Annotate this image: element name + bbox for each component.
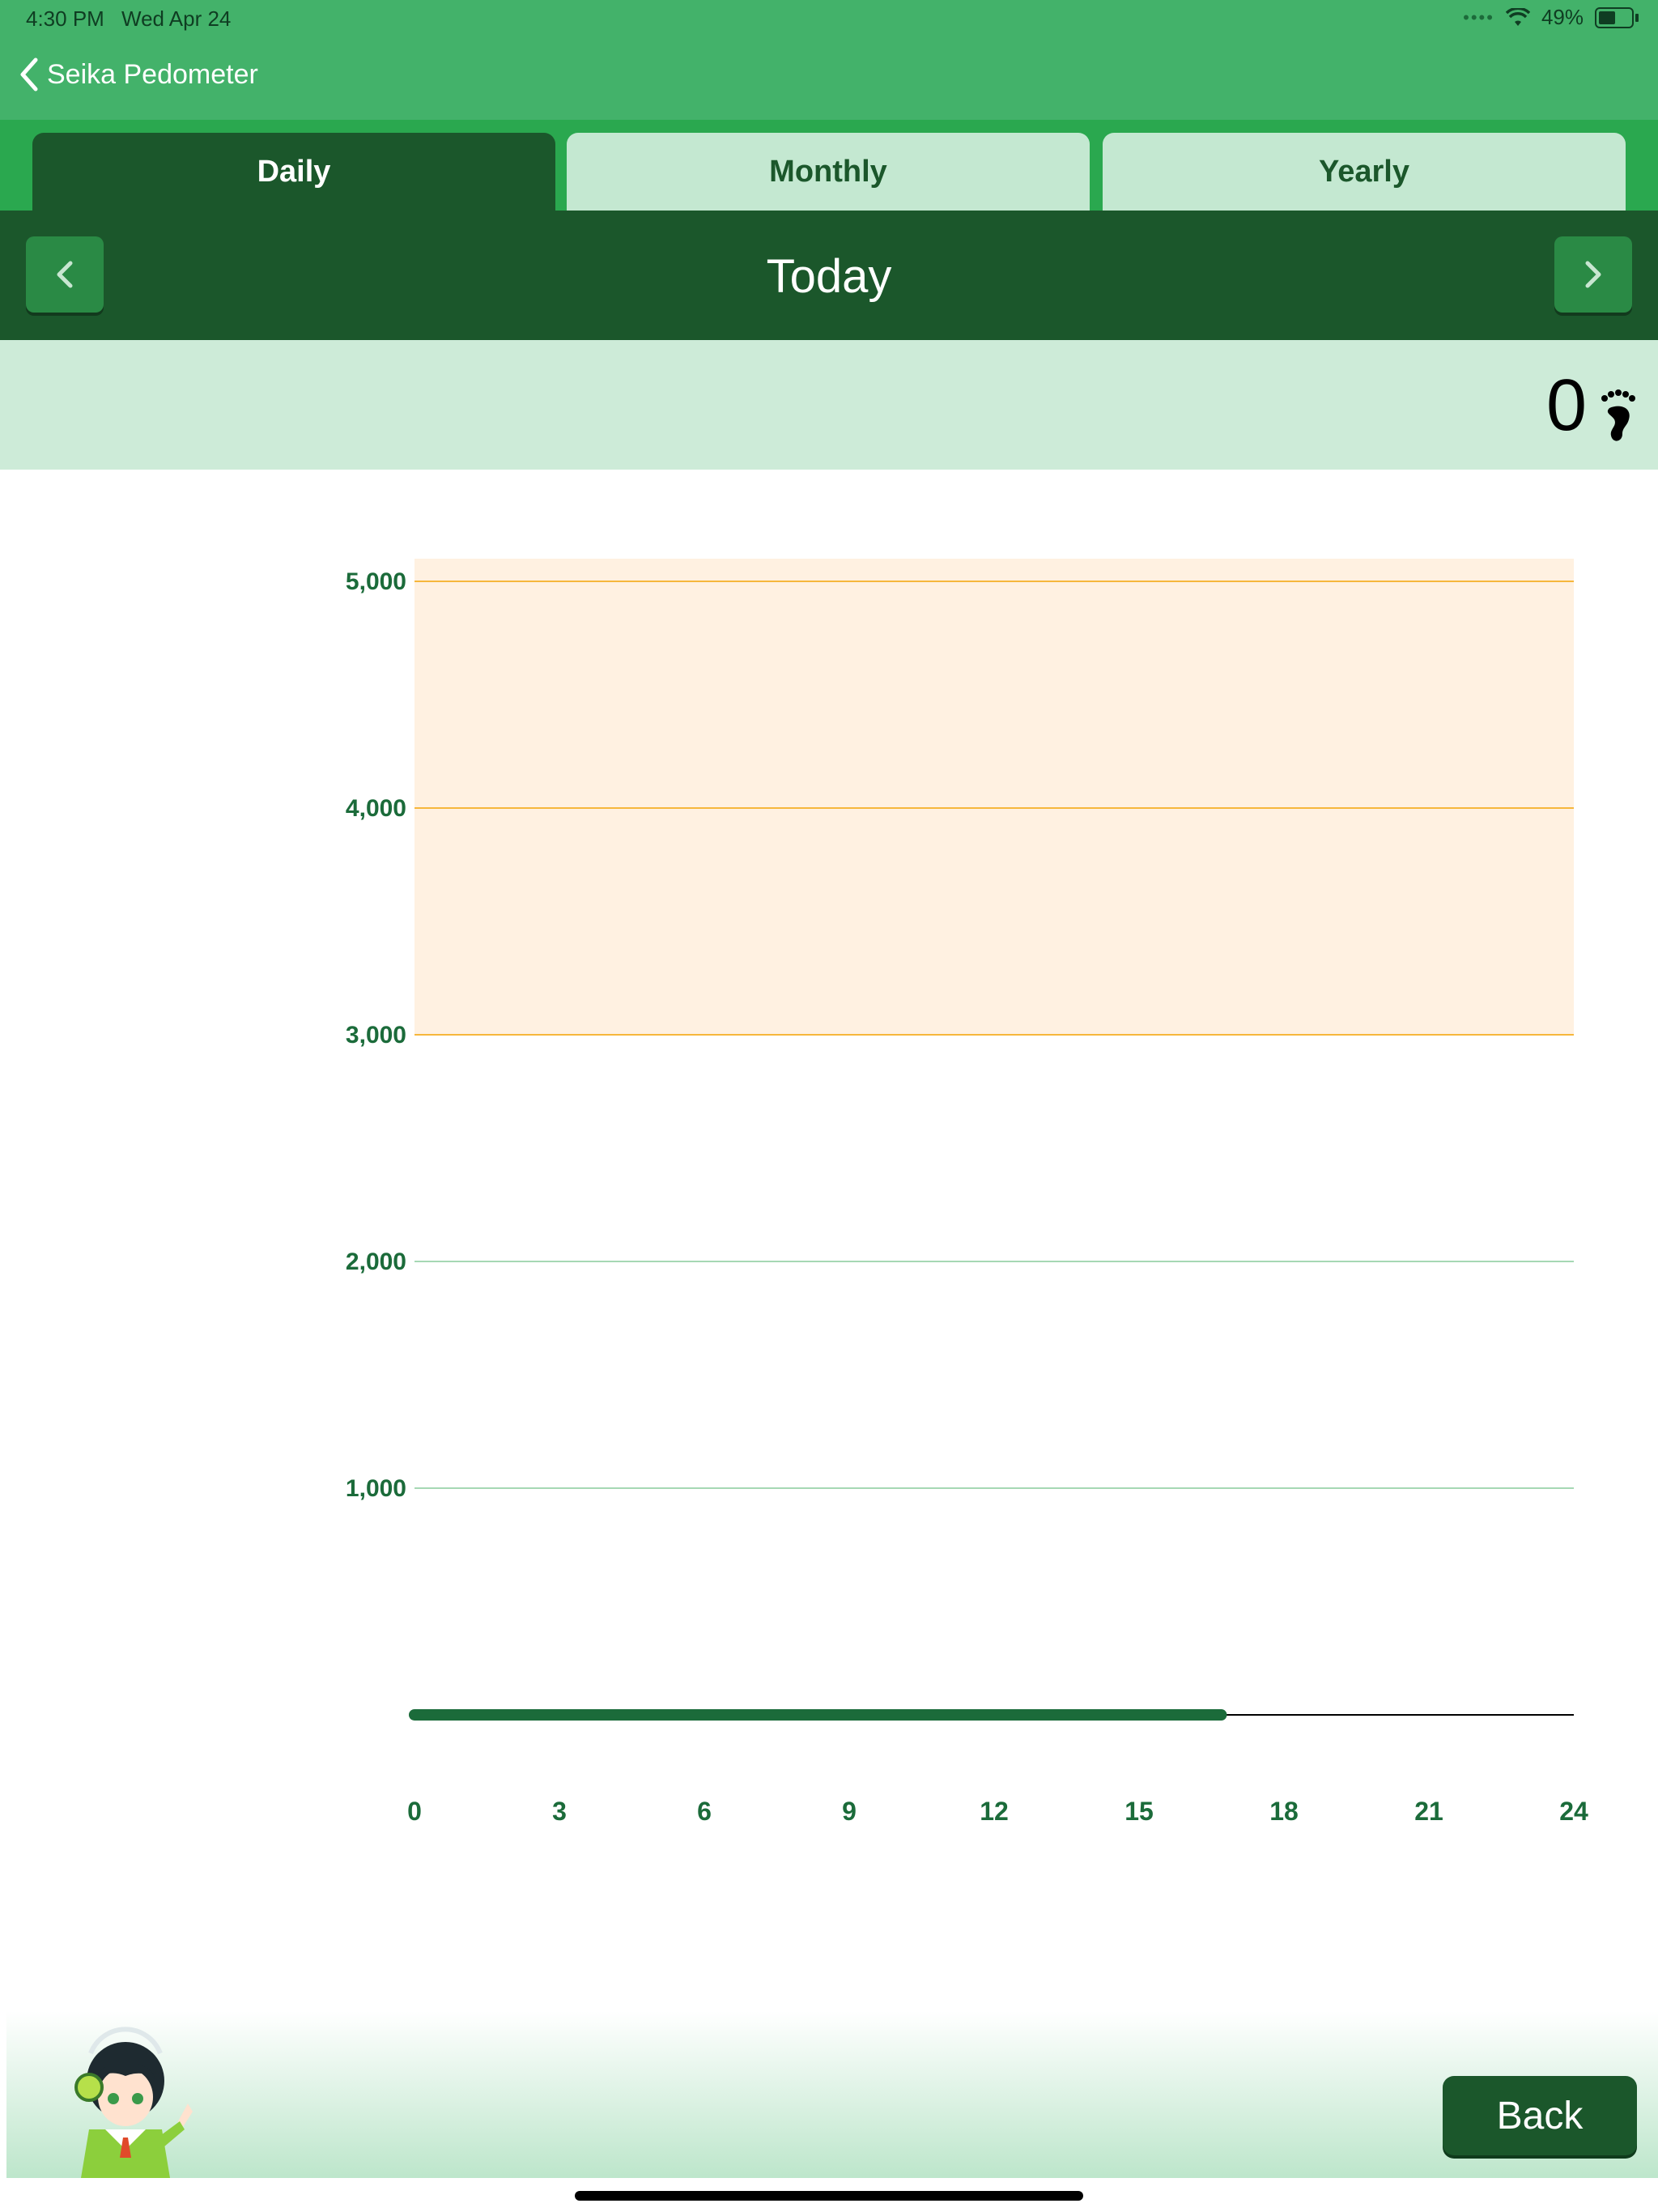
tab-monthly[interactable]: Monthly: [567, 133, 1090, 211]
cellular-dots-icon: ••••: [1463, 6, 1494, 28]
tab-yearly[interactable]: Yearly: [1103, 133, 1626, 211]
total-steps-bar: 0: [0, 340, 1658, 470]
next-day-button[interactable]: [1554, 236, 1632, 313]
home-indicator: [575, 2191, 1083, 2201]
y-tick-label: 5,000: [346, 568, 406, 595]
x-tick-label: 3: [552, 1797, 567, 1826]
y-tick-label: 3,000: [346, 1022, 406, 1049]
status-date: Wed Apr 24: [121, 6, 232, 31]
steps-chart: 1,000 2,000 3,000 4,000 5,000 0 3 6 9 12 15 18 21 24: [346, 559, 1588, 1826]
status-bar: 4:30 PM Wed Apr 24 •••• 49%: [0, 0, 1658, 39]
back-button[interactable]: Back: [1443, 2076, 1637, 2155]
x-tick-label: 12: [980, 1797, 1009, 1826]
goal-band: [414, 559, 1574, 1035]
battery-icon: [1595, 6, 1639, 28]
wifi-icon: [1505, 7, 1530, 26]
x-tick-label: 0: [407, 1797, 422, 1826]
x-tick-label: 6: [697, 1797, 712, 1826]
mascot-illustration: [74, 2027, 193, 2178]
battery-percent: 49%: [1541, 5, 1584, 29]
period-tabs: Daily Monthly Yearly: [0, 120, 1658, 211]
tab-daily[interactable]: Daily: [32, 133, 555, 211]
day-title: Today: [766, 250, 892, 303]
chevron-right-icon: [1585, 261, 1601, 288]
status-time: 4:30 PM: [26, 6, 104, 31]
x-tick-label: 18: [1269, 1797, 1299, 1826]
x-tick-label: 24: [1559, 1797, 1588, 1826]
navigation-bar: Seika Pedometer: [0, 39, 1658, 120]
nav-back-button[interactable]: Seika Pedometer: [18, 57, 258, 92]
chevron-left-icon: [20, 57, 38, 91]
nav-back-label: Seika Pedometer: [47, 58, 258, 90]
y-tick-label: 1,000: [346, 1475, 406, 1502]
y-tick-label: 4,000: [346, 795, 406, 822]
x-tick-label: 21: [1414, 1797, 1443, 1826]
total-steps-count: 0: [1545, 365, 1587, 446]
y-tick-label: 2,000: [346, 1249, 406, 1275]
x-tick-label: 9: [842, 1797, 857, 1826]
footprint-icon: [1601, 389, 1635, 441]
day-header: Today: [0, 211, 1658, 340]
x-tick-label: 15: [1124, 1797, 1154, 1826]
footer-area: [6, 2011, 1658, 2178]
status-right: •••• 49%: [1463, 5, 1639, 30]
